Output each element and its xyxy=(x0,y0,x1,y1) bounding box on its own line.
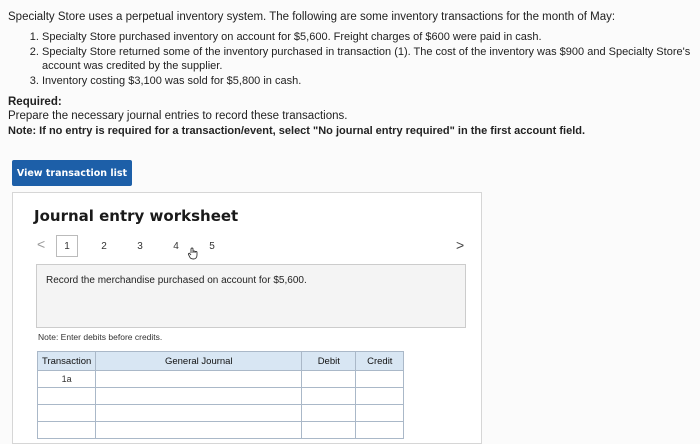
page-5-tab[interactable]: 5 xyxy=(202,236,222,256)
prompt-text: Record the merchandise purchased on acco… xyxy=(46,275,307,286)
hand-cursor-icon xyxy=(187,247,198,260)
transaction-list: Specialty Store purchased inventory on a… xyxy=(24,30,700,89)
required-heading: Required: xyxy=(8,96,62,108)
debit-credit-note: Note: Enter debits before credits. xyxy=(38,332,163,342)
transaction-step-2: Specialty Store returned some of the inv… xyxy=(42,45,700,73)
credit-field[interactable] xyxy=(355,387,405,405)
problem-intro: Specialty Store uses a perpetual invento… xyxy=(8,11,616,23)
prev-arrow-icon[interactable]: < xyxy=(37,236,45,252)
header-credit: Credit xyxy=(355,351,405,371)
required-text: Prepare the necessary journal entries to… xyxy=(8,110,348,122)
page-4-tab[interactable]: 4 xyxy=(166,236,186,256)
account-field[interactable] xyxy=(95,370,303,388)
debit-field[interactable] xyxy=(301,387,357,405)
header-debit: Debit xyxy=(301,351,357,371)
account-field[interactable] xyxy=(95,404,303,422)
required-note: Note: If no entry is required for a tran… xyxy=(8,125,586,137)
transaction-id xyxy=(36,387,97,405)
debit-field[interactable] xyxy=(301,370,357,388)
worksheet-pager: 1 2 3 4 5 xyxy=(56,235,238,257)
page-3-tab[interactable]: 3 xyxy=(130,236,150,256)
transaction-step-1: Specialty Store purchased inventory on a… xyxy=(42,30,700,44)
header-general-journal: General Journal xyxy=(95,351,303,371)
debit-field[interactable] xyxy=(301,404,357,422)
table-row: 1a xyxy=(36,370,405,388)
next-arrow-icon[interactable]: > xyxy=(456,237,464,253)
transaction-id: 1a xyxy=(36,370,97,388)
page-1-tab[interactable]: 1 xyxy=(56,235,78,257)
account-field[interactable] xyxy=(95,387,303,405)
transaction-step-3: Inventory costing $3,100 was sold for $5… xyxy=(42,74,700,88)
worksheet-title: Journal entry worksheet xyxy=(34,207,239,225)
table-row xyxy=(36,387,405,405)
view-transaction-list-button[interactable]: View transaction list xyxy=(12,160,132,186)
page-2-tab[interactable]: 2 xyxy=(94,236,114,256)
credit-field[interactable] xyxy=(355,370,405,388)
table-row xyxy=(36,404,405,422)
transaction-id xyxy=(36,404,97,422)
prompt-box xyxy=(36,264,466,328)
header-transaction: Transaction xyxy=(36,351,97,371)
journal-table: Transaction General Journal Debit Credit… xyxy=(36,351,405,439)
credit-field[interactable] xyxy=(355,404,405,422)
